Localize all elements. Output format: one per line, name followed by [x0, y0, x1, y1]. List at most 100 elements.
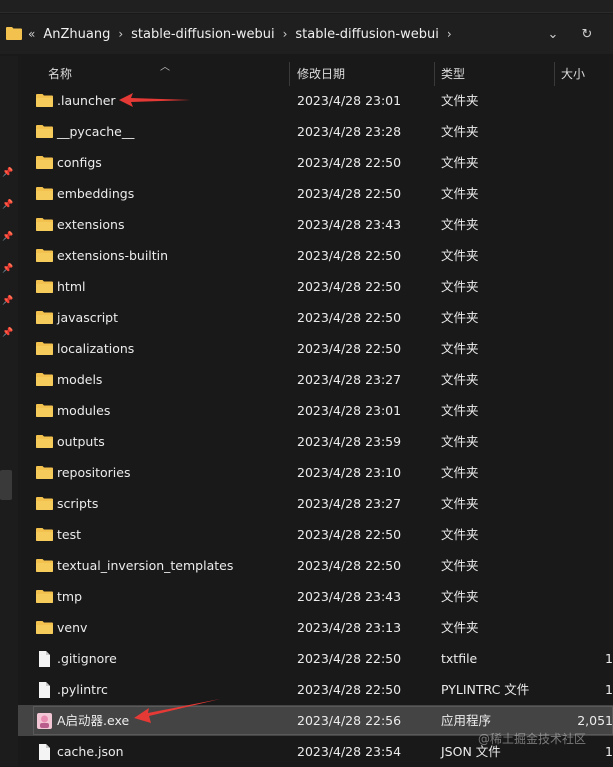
sort-ascending-icon: ︿: [160, 62, 170, 73]
file-date: 2023/4/28 22:50: [297, 279, 402, 294]
file-name: extensions: [57, 217, 125, 232]
folder-icon: [36, 465, 53, 480]
file-name: localizations: [57, 341, 135, 356]
breadcrumb-overflow[interactable]: «: [28, 27, 35, 41]
file-type: 文件夹: [441, 496, 479, 511]
file-row[interactable]: configs 2023/4/28 22:50 文件夹: [18, 147, 613, 178]
folder-icon: [36, 372, 53, 387]
app-icon: [36, 713, 53, 729]
chevron-down-icon[interactable]: ⌄: [541, 22, 565, 46]
column-divider[interactable]: [289, 62, 290, 86]
file-type: 文件夹: [441, 527, 479, 542]
file-row[interactable]: extensions 2023/4/28 23:43 文件夹: [18, 209, 613, 240]
file-type: 文件夹: [441, 589, 479, 604]
navigation-scrollbar[interactable]: [0, 470, 12, 500]
file-date: 2023/4/28 22:50: [297, 310, 402, 325]
folder-icon: [36, 527, 53, 542]
file-type: 文件夹: [441, 217, 479, 232]
file-date: 2023/4/28 22:50: [297, 682, 402, 697]
breadcrumb-item-anzhuang[interactable]: AnZhuang: [43, 27, 110, 42]
file-row[interactable]: test 2023/4/28 22:50 文件夹: [18, 519, 613, 550]
file-date: 2023/4/28 23:28: [297, 124, 402, 139]
pin-icon[interactable]: 📌: [2, 168, 13, 178]
refresh-icon[interactable]: ↻: [575, 22, 599, 46]
column-divider[interactable]: [434, 62, 435, 86]
file-type: 文件夹: [441, 620, 479, 635]
file-row[interactable]: repositories 2023/4/28 23:10 文件夹: [18, 457, 613, 488]
pin-icon[interactable]: 📌: [2, 296, 13, 306]
column-name[interactable]: 名称: [48, 58, 72, 88]
file-row[interactable]: .pylintrc 2023/4/28 22:50 PYLINTRC 文件 1: [18, 674, 613, 705]
folder-icon: [36, 93, 53, 108]
file-type: 文件夹: [441, 279, 479, 294]
pin-icon[interactable]: 📌: [2, 232, 13, 242]
file-row[interactable]: embeddings 2023/4/28 22:50 文件夹: [18, 178, 613, 209]
title-strip: [0, 0, 613, 13]
file-date: 2023/4/28 22:50: [297, 527, 402, 542]
folder-icon: [36, 155, 53, 170]
file-row[interactable]: outputs 2023/4/28 23:59 文件夹: [18, 426, 613, 457]
pin-icon[interactable]: 📌: [2, 328, 13, 338]
file-row[interactable]: .launcher 2023/4/28 23:01 文件夹: [18, 85, 613, 116]
file-type: 文件夹: [441, 558, 479, 573]
file-type: 文件夹: [441, 310, 479, 325]
file-date: 2023/4/28 23:27: [297, 372, 402, 387]
chevron-right-icon[interactable]: ›: [118, 27, 123, 41]
folder-icon: [36, 341, 53, 356]
pin-icon[interactable]: 📌: [2, 264, 13, 274]
file-name: venv: [57, 620, 88, 635]
file-row[interactable]: __pycache__ 2023/4/28 23:28 文件夹: [18, 116, 613, 147]
file-type: 文件夹: [441, 186, 479, 201]
column-size[interactable]: 大小: [561, 58, 585, 88]
file-type: 文件夹: [441, 155, 479, 170]
file-date: 2023/4/28 23:54: [297, 744, 402, 759]
file-name: html: [57, 279, 86, 294]
breadcrumb-item-webui[interactable]: stable-diffusion-webui: [295, 27, 438, 42]
column-divider[interactable]: [554, 62, 555, 86]
file-name: repositories: [57, 465, 131, 480]
file-name: test: [57, 527, 82, 542]
file-date: 2023/4/28 23:01: [297, 403, 402, 418]
file-row[interactable]: html 2023/4/28 22:50 文件夹: [18, 271, 613, 302]
file-type: txtfile: [441, 651, 478, 666]
file-name: .launcher: [57, 93, 116, 108]
annotation-arrow: [134, 699, 220, 723]
file-row[interactable]: javascript 2023/4/28 22:50 文件夹: [18, 302, 613, 333]
file-type: 文件夹: [441, 341, 479, 356]
file-name: configs: [57, 155, 102, 170]
file-name: cache.json: [57, 744, 124, 759]
folder-icon: [36, 589, 53, 604]
chevron-right-icon[interactable]: ›: [283, 27, 288, 41]
file-date: 2023/4/28 23:01: [297, 93, 402, 108]
file-type: PYLINTRC 文件: [441, 682, 530, 697]
column-type[interactable]: 类型: [441, 58, 465, 88]
file-row[interactable]: venv 2023/4/28 23:13 文件夹: [18, 612, 613, 643]
column-date[interactable]: 修改日期: [297, 58, 345, 88]
file-row[interactable]: modules 2023/4/28 23:01 文件夹: [18, 395, 613, 426]
file-type: 文件夹: [441, 248, 479, 263]
annotation-arrow: [119, 93, 191, 107]
file-type: 文件夹: [441, 465, 479, 480]
file-name: modules: [57, 403, 111, 418]
file-name: embeddings: [57, 186, 135, 201]
file-row[interactable]: scripts 2023/4/28 23:27 文件夹: [18, 488, 613, 519]
file-name: extensions-builtin: [57, 248, 169, 263]
file-row[interactable]: models 2023/4/28 23:27 文件夹: [18, 364, 613, 395]
file-row[interactable]: localizations 2023/4/28 22:50 文件夹: [18, 333, 613, 364]
file-date: 2023/4/28 22:50: [297, 155, 402, 170]
file-name: A启动器.exe: [57, 713, 130, 728]
file-date: 2023/4/28 22:50: [297, 341, 402, 356]
file-row[interactable]: textual_inversion_templates 2023/4/28 22:…: [18, 550, 613, 581]
file-icon: [36, 744, 53, 760]
file-name: javascript: [57, 310, 119, 325]
file-row[interactable]: tmp 2023/4/28 23:43 文件夹: [18, 581, 613, 612]
file-row[interactable]: .gitignore 2023/4/28 22:50 txtfile 1: [18, 643, 613, 674]
address-bar[interactable]: « AnZhuang › stable-diffusion-webui › st…: [0, 14, 613, 54]
chevron-right-icon[interactable]: ›: [447, 27, 452, 41]
file-date: 2023/4/28 22:50: [297, 186, 402, 201]
file-name: __pycache__: [57, 124, 135, 139]
file-row[interactable]: extensions-builtin 2023/4/28 22:50 文件夹: [18, 240, 613, 271]
folder-icon: [36, 403, 53, 418]
pin-icon[interactable]: 📌: [2, 200, 13, 210]
breadcrumb-item-webui-parent[interactable]: stable-diffusion-webui: [131, 27, 274, 42]
